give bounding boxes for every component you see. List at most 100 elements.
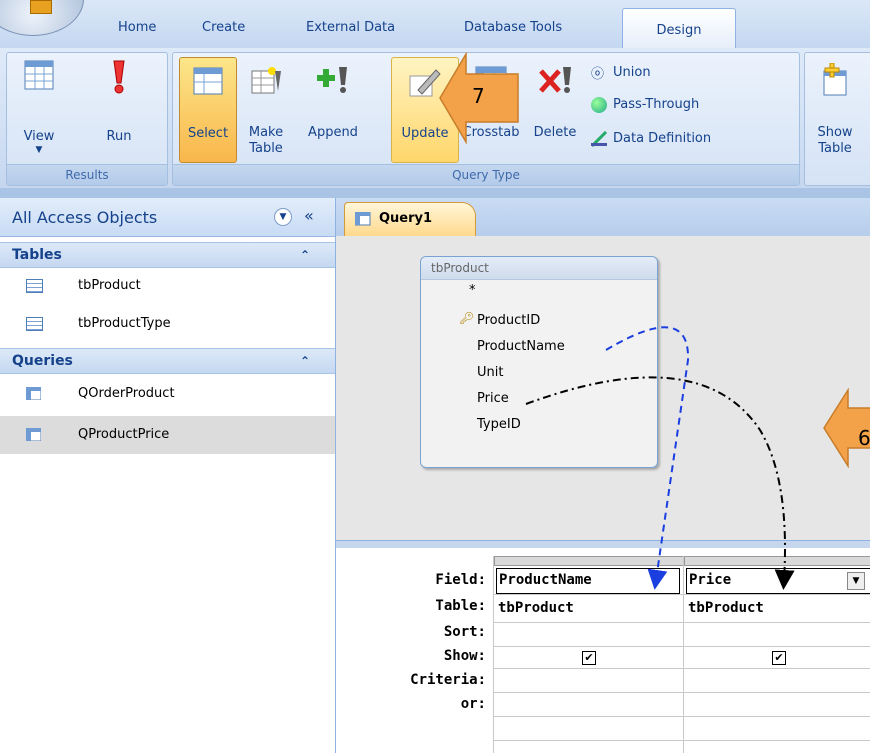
grid-line (494, 668, 870, 669)
union-label: Union (613, 65, 651, 80)
field-cell-2-value: Price (689, 572, 732, 588)
make-table-button[interactable]: Make Table (241, 57, 291, 161)
shutter-collapse-icon[interactable]: « (304, 206, 314, 225)
query-type-group-label: Query Type (173, 164, 799, 185)
field-cell-1-value: ProductName (499, 572, 592, 588)
dropdown-arrow-icon[interactable]: ▼ (847, 572, 865, 590)
make-table-label-line1: Make (248, 125, 284, 140)
grid-line (494, 740, 870, 741)
show-table-icon (823, 63, 847, 96)
field-productid[interactable]: ProductID (477, 313, 540, 328)
grid-line (494, 716, 870, 717)
exclamation-run-icon (113, 60, 125, 94)
office-logo-icon (30, 0, 52, 14)
primary-key-icon: 🔑︎ (459, 311, 475, 325)
grid-line (493, 556, 494, 753)
table-icon (26, 279, 43, 293)
navigation-pane: All Access Objects ▼ « Tables ⌃ tbProduc… (0, 198, 336, 753)
delete-label: Delete (533, 125, 577, 140)
update-pencil-icon (409, 69, 441, 97)
make-table-label-line2: Table (249, 141, 283, 156)
row-label-or: or: (460, 696, 486, 712)
data-definition-button[interactable]: Data Definition (591, 129, 791, 151)
grid-line (494, 594, 870, 595)
pencil-ruler-icon (591, 131, 608, 147)
append-button[interactable]: Append (297, 57, 369, 161)
nav-header[interactable]: All Access Objects ▼ « (0, 198, 335, 237)
tables-header-label: Tables (12, 247, 62, 263)
chevron-down-icon: ▼ (35, 145, 43, 155)
field-cell-1[interactable]: ProductName (496, 568, 680, 594)
view-button[interactable]: View ▼ (15, 59, 63, 155)
tab-query1-label: Query1 (379, 211, 433, 226)
field-productname[interactable]: ProductName (477, 339, 565, 354)
table-field-list[interactable]: tbProduct * 🔑︎ ProductID ProductName Uni… (420, 256, 658, 468)
document-tab-bar: Query1 (336, 198, 870, 237)
tab-home[interactable]: Home (118, 20, 156, 35)
field-unit[interactable]: Unit (477, 365, 503, 380)
run-button[interactable]: Run (91, 59, 147, 155)
field-price[interactable]: Price (477, 391, 509, 406)
delete-button[interactable]: Delete (525, 57, 585, 161)
select-query-icon (193, 67, 223, 95)
query-icon (26, 428, 41, 441)
collapse-chevron-icon[interactable]: ⌃ (300, 349, 310, 373)
globe-icon (591, 97, 607, 113)
queries-section-header[interactable]: Queries ⌃ (0, 348, 335, 374)
column-selector-2[interactable] (684, 556, 870, 566)
field-list-title: tbProduct (421, 257, 657, 280)
show-checkbox-2[interactable]: ✔ (772, 651, 786, 665)
show-table-button[interactable]: Show Table (805, 57, 865, 161)
show-table-group: Show Table (804, 52, 870, 186)
queries-header-label: Queries (12, 353, 73, 369)
run-label: Run (106, 129, 132, 144)
row-label-sort: Sort: (443, 624, 486, 640)
nav-title: All Access Objects (12, 208, 158, 227)
nav-menu-dropdown-icon[interactable]: ▼ (274, 208, 292, 226)
table-pane: tbProduct * 🔑︎ ProductID ProductName Uni… (336, 236, 870, 580)
pass-through-button[interactable]: Pass-Through (591, 95, 791, 117)
nav-item-qorderproduct[interactable]: QOrderProduct (0, 376, 335, 412)
append-plus-icon (317, 67, 347, 93)
tables-section-header[interactable]: Tables ⌃ (0, 242, 335, 268)
datasheet-view-icon (24, 60, 54, 90)
row-label-show: Show: (443, 648, 486, 664)
nav-item-tbproduct[interactable]: tbProduct (0, 268, 335, 304)
row-label-field: Field: (435, 572, 486, 588)
data-definition-label: Data Definition (613, 131, 712, 146)
nav-item-label: tbProductType (78, 316, 171, 331)
results-group-label: Results (7, 164, 167, 185)
tab-database-tools[interactable]: Database Tools (464, 20, 562, 35)
nav-item-qproductprice[interactable]: QProductPrice (0, 416, 335, 454)
callout-6-label: 6 (858, 426, 870, 450)
tab-create[interactable]: Create (202, 20, 245, 35)
nav-item-tbproducttype[interactable]: tbProductType (0, 306, 335, 342)
table-icon (26, 317, 43, 331)
show-checkbox-1[interactable]: ✔ (582, 651, 596, 665)
append-label: Append (308, 125, 358, 140)
column-selector-1[interactable] (494, 556, 684, 566)
tab-design[interactable]: Design (622, 8, 736, 49)
field-typeid[interactable]: TypeID (477, 417, 521, 432)
table-cell-2[interactable]: tbProduct (688, 600, 764, 616)
query-design-window: Query1 tbProduct * 🔑︎ ProductID ProductN… (336, 198, 870, 753)
field-cell-2[interactable]: Price ▼ (686, 568, 870, 594)
row-label-table: Table: (435, 598, 486, 614)
ribbon-separator (0, 188, 870, 198)
pass-through-label: Pass-Through (613, 97, 700, 112)
delete-x-icon (539, 67, 571, 93)
tab-external-data[interactable]: External Data (306, 20, 395, 35)
table-cell-1[interactable]: tbProduct (498, 600, 574, 616)
make-table-icon (251, 67, 281, 94)
grid-line (494, 646, 870, 647)
union-button[interactable]: ⓞ Union (591, 63, 791, 85)
field-all[interactable]: * (469, 283, 476, 298)
tab-query1[interactable]: Query1 (344, 202, 476, 237)
ribbon-tab-bar: Home Create External Data Database Tools… (0, 0, 870, 49)
select-label: Select (187, 126, 229, 141)
select-query-button[interactable]: Select (179, 57, 237, 163)
results-group: View ▼ Run Results (6, 52, 168, 186)
collapse-chevron-icon[interactable]: ⌃ (300, 243, 310, 267)
show-table-label-line1: Show (817, 125, 853, 140)
tab-design-label: Design (656, 23, 702, 38)
